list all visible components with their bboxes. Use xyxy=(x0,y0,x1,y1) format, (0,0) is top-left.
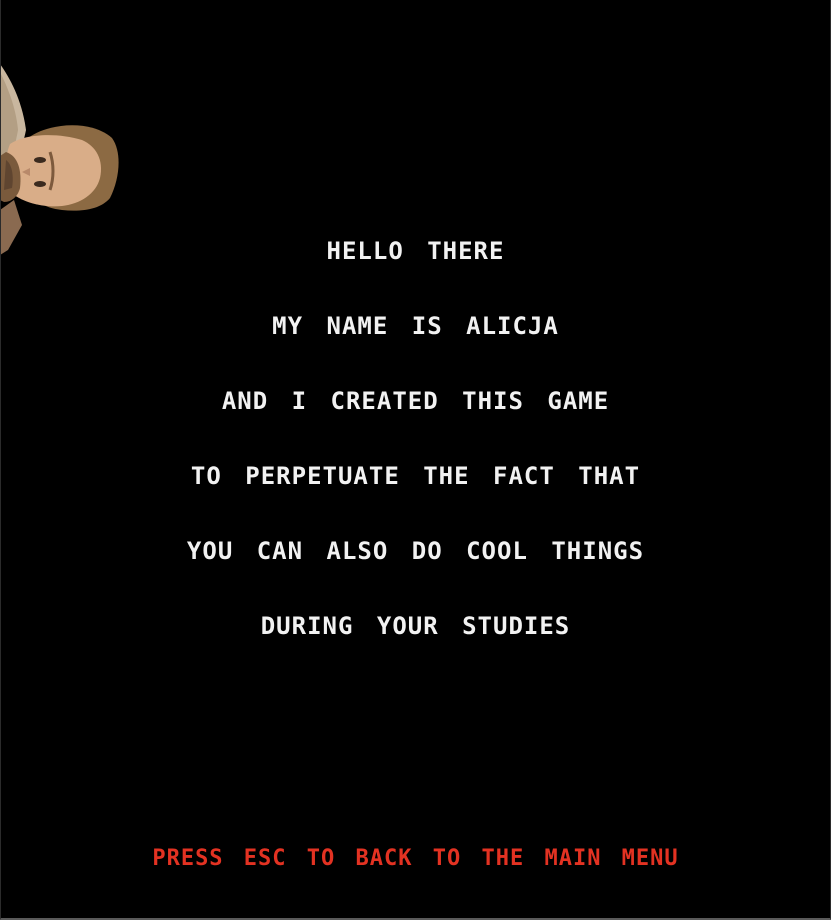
credits-line: TO PERPETUATE THE FACT THAT xyxy=(190,462,641,490)
credits-line: YOU CAN ALSO DO COOL THINGS xyxy=(186,537,645,565)
credits-screen: HELLO THERE MY NAME IS ALICJA AND I CREA… xyxy=(0,0,831,920)
credits-text: HELLO THERE MY NAME IS ALICJA AND I CREA… xyxy=(0,228,831,678)
credits-line: AND I CREATED THIS GAME xyxy=(221,387,610,415)
credits-line: MY NAME IS ALICJA xyxy=(272,312,559,340)
credits-line: DURING YOUR STUDIES xyxy=(260,612,571,640)
back-to-menu-hint: PRESS ESC TO BACK TO THE MAIN MENU xyxy=(152,846,679,871)
credits-line: HELLO THERE xyxy=(326,237,505,265)
